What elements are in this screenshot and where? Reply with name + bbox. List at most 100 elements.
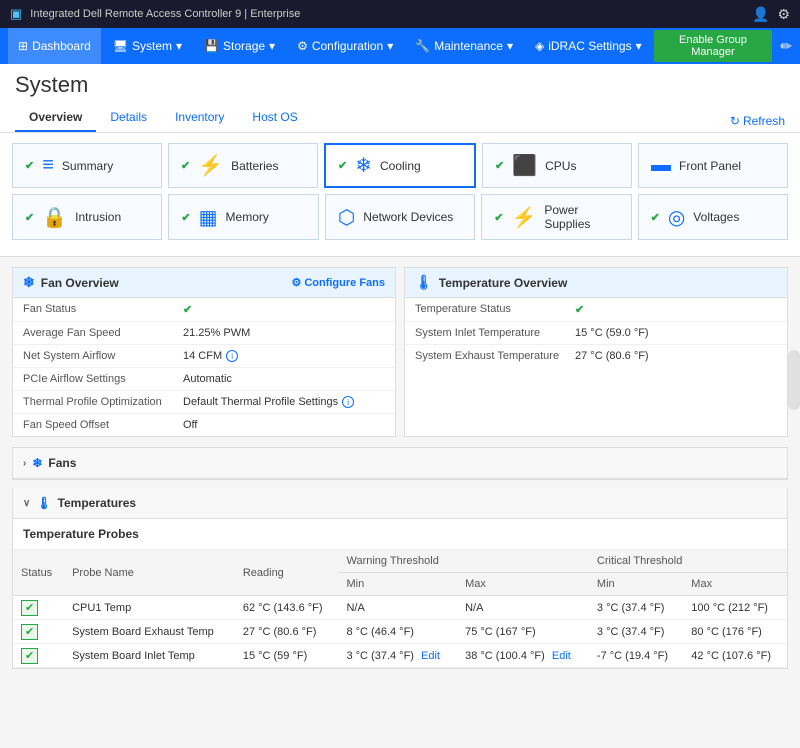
tiles-row-2: ✔ 🔒 Intrusion ✔ ▦ Memory ⬡ Network Devic…	[12, 194, 788, 240]
overview-panels: ❄ Fan Overview ⚙ Configure Fans Fan Stat…	[0, 257, 800, 447]
tile-voltages[interactable]: ✔ ◎ Voltages	[638, 194, 788, 240]
front-panel-icon: ▬	[651, 154, 671, 177]
col-warning-threshold: Warning Threshold	[338, 550, 588, 573]
voltages-icon: ◎	[668, 205, 685, 230]
probe-2-crit-min: -7 °C (19.4 °F)	[589, 644, 683, 668]
tile-batteries[interactable]: ✔ ⚡ Batteries	[168, 143, 318, 188]
probe-0-name: CPU1 Temp	[64, 596, 235, 620]
nav-configuration[interactable]: ⚙ Configuration ▾	[287, 28, 403, 64]
probe-0-reading: 62 °C (143.6 °F)	[235, 596, 339, 620]
tabs-row: Overview Details Inventory Host OS ↻ Ref…	[15, 104, 785, 132]
thermal-row: Thermal Profile Optimization Default The…	[13, 391, 395, 414]
memory-check: ✔	[181, 211, 190, 224]
probe-0-crit-max: 100 °C (212 °F)	[683, 596, 787, 620]
voltages-check: ✔	[651, 211, 660, 224]
tile-memory[interactable]: ✔ ▦ Memory	[168, 194, 318, 240]
probe-2-reading: 15 °C (59 °F)	[235, 644, 339, 668]
batteries-icon: ⚡	[198, 153, 223, 178]
tile-cpus[interactable]: ✔ ⬛ CPUs	[482, 143, 632, 188]
temp-overview-header: 🌡 Temperature Overview	[405, 268, 787, 298]
col-critical-min: Min	[589, 573, 683, 596]
tiles-row-1: ✔ ≡ Summary ✔ ⚡ Batteries ✔ ❄ Cooling ✔ …	[12, 143, 788, 188]
network-icon: ⬡	[338, 205, 355, 230]
fan-offset-row: Fan Speed Offset Off	[13, 414, 395, 436]
thermal-info-icon[interactable]: i	[342, 396, 354, 408]
tile-cooling[interactable]: ✔ ❄ Cooling	[324, 143, 476, 188]
col-warning-min: Min	[338, 573, 457, 596]
temps-section-header[interactable]: ∨ 🌡 Temperatures	[13, 488, 787, 519]
probe-0-crit-min: 3 °C (37.4 °F)	[589, 596, 683, 620]
probe-2-warn-max: 38 °C (100.4 °F) Edit	[457, 644, 589, 668]
nav-storage[interactable]: 💾 Storage ▾	[194, 28, 285, 64]
probe-row-1: ✔ System Board Exhaust Temp 27 °C (80.6 …	[13, 620, 787, 644]
temps-arrow: ∨	[23, 498, 30, 509]
config-dropdown-icon: ▾	[387, 39, 393, 53]
probe-1-crit-min: 3 °C (37.4 °F)	[589, 620, 683, 644]
col-status: Status	[13, 550, 64, 596]
fan-status-value: ✔	[183, 303, 192, 316]
tile-network-devices[interactable]: ⬡ Network Devices	[325, 194, 475, 240]
user-icon[interactable]: 👤	[752, 6, 769, 23]
airflow-info-icon[interactable]: i	[226, 350, 238, 362]
probes-container: Temperature Probes Status Probe Name Rea…	[13, 519, 787, 668]
config-icon: ⚙	[297, 39, 308, 53]
probe-0-status: ✔	[13, 596, 64, 620]
system-dropdown-icon: ▾	[176, 39, 182, 53]
probe-2-warn-max-edit[interactable]: Edit	[552, 650, 571, 662]
dell-logo: ▣	[10, 6, 22, 22]
probe-row-0: ✔ CPU1 Temp 62 °C (143.6 °F) N/A N/A 3 °…	[13, 596, 787, 620]
fan-offset-value: Off	[183, 419, 197, 431]
tile-intrusion[interactable]: ✔ 🔒 Intrusion	[12, 194, 162, 240]
probe-0-warn-min: N/A	[338, 596, 457, 620]
probe-1-warn-min: 8 °C (46.4 °F)	[338, 620, 457, 644]
fans-section-header[interactable]: › ❄ Fans	[13, 448, 787, 479]
probe-1-reading: 27 °C (80.6 °F)	[235, 620, 339, 644]
probe-2-warn-min-edit[interactable]: Edit	[421, 650, 440, 662]
airflow-value: 14 CFM i	[183, 350, 238, 362]
nav-dashboard[interactable]: ⊞ Dashboard	[8, 28, 101, 64]
fan-status-row: Fan Status ✔	[13, 298, 395, 322]
intrusion-icon: 🔒	[42, 205, 67, 230]
probe-2-status: ✔	[13, 644, 64, 668]
nav-maintenance[interactable]: 🔧 Maintenance ▾	[405, 28, 523, 64]
temp-icon: 🌡	[415, 274, 433, 291]
tile-summary[interactable]: ✔ ≡ Summary	[12, 143, 162, 188]
probe-2-crit-max: 42 °C (107.6 °F)	[683, 644, 787, 668]
pcie-value: Automatic	[183, 373, 232, 385]
refresh-button[interactable]: ↻ Refresh	[730, 114, 785, 132]
probes-title: Temperature Probes	[13, 519, 787, 550]
temp-status-row: Temperature Status ✔	[405, 298, 787, 322]
tile-front-panel[interactable]: ▬ Front Panel	[638, 143, 788, 188]
tab-hostos[interactable]: Host OS	[238, 104, 311, 132]
tab-details[interactable]: Details	[96, 104, 161, 132]
probe-1-status: ✔	[13, 620, 64, 644]
nav-bar: ⊞ Dashboard 🖥 System ▾ 💾 Storage ▾ ⚙ Con…	[0, 28, 800, 64]
col-probe-name: Probe Name	[64, 550, 235, 596]
fan-speed-value: 21.25% PWM	[183, 327, 250, 339]
scroll-indicator[interactable]	[788, 350, 800, 410]
batteries-check: ✔	[181, 159, 190, 172]
temps-section-icon: 🌡	[36, 496, 51, 510]
tile-power-supplies[interactable]: ✔ ⚡ Power Supplies	[481, 194, 631, 240]
main-content: ❄ Fan Overview ⚙ Configure Fans Fan Stat…	[0, 257, 800, 748]
nav-system[interactable]: 🖥 System ▾	[103, 28, 192, 64]
summary-icon: ≡	[42, 154, 54, 177]
temps-section: ∨ 🌡 Temperatures Temperature Probes Stat…	[12, 488, 788, 669]
app-title: Integrated Dell Remote Access Controller…	[30, 8, 752, 20]
fan-overview-panel: ❄ Fan Overview ⚙ Configure Fans Fan Stat…	[12, 267, 396, 437]
gear-icon[interactable]: ⚙	[777, 6, 790, 23]
exhaust-temp-row: System Exhaust Temperature 27 °C (80.6 °…	[405, 345, 787, 367]
configure-fans-link[interactable]: ⚙ Configure Fans	[291, 276, 385, 289]
tab-overview[interactable]: Overview	[15, 104, 96, 132]
nav-idrac[interactable]: ◈ iDRAC Settings ▾	[525, 28, 652, 64]
configure-icon: ⚙	[291, 276, 301, 289]
maintenance-dropdown-icon: ▾	[507, 39, 513, 53]
temp-status-value: ✔	[575, 303, 584, 316]
tab-inventory[interactable]: Inventory	[161, 104, 238, 132]
probe-1-crit-max: 80 °C (176 °F)	[683, 620, 787, 644]
fans-section: › ❄ Fans	[12, 447, 788, 480]
enable-group-manager-button[interactable]: Enable Group Manager	[654, 30, 773, 62]
edit-icon[interactable]: ✏	[780, 38, 792, 55]
airflow-row: Net System Airflow 14 CFM i	[13, 345, 395, 368]
inlet-temp-row: System Inlet Temperature 15 °C (59.0 °F)	[405, 322, 787, 345]
